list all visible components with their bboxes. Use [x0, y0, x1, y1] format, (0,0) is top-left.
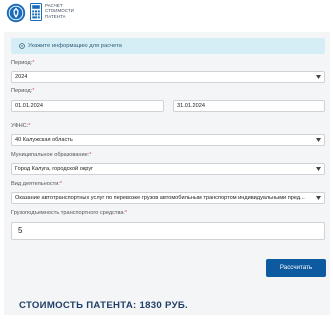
required-mark: *	[125, 210, 128, 216]
chevron-down-icon	[316, 75, 321, 79]
patent-calculator-logo-icon	[30, 3, 42, 21]
ufns-label: УФНС:*	[11, 123, 30, 129]
date-to-input[interactable]: 31.01.2024	[173, 100, 325, 112]
activity-label-text: Вид деятельности:	[11, 181, 60, 187]
required-mark: *	[28, 123, 31, 129]
municipality-label: Муниципальное образование:*	[11, 152, 91, 158]
capacity-label-text: Грузоподъемность транспортного средства:	[11, 210, 126, 216]
required-mark: *	[32, 88, 35, 94]
patent-cost-result: СТОИМОСТЬ ПАТЕНТА: 1830 РУБ.	[19, 300, 189, 311]
app-logo-line: ПАТЕНТА	[45, 13, 66, 19]
fns-logo-icon	[6, 3, 26, 23]
period-year-value: 2024	[15, 74, 28, 80]
dates-label: Период:*	[11, 88, 34, 94]
ufns-value: 40 Калужская область	[15, 137, 73, 143]
activity-label: Вид деятельности:*	[11, 181, 62, 187]
header: РАСЧЕТ СТОИМОСТИ ПАТЕНТА	[0, 0, 333, 28]
app-logo-text: РАСЧЕТ СТОИМОСТИ ПАТЕНТА	[45, 3, 85, 19]
municipality-value: Город Калуга, городской округ	[15, 166, 94, 172]
capacity-label: Грузоподъемность транспортного средства:…	[11, 210, 127, 216]
municipality-select[interactable]: Город Калуга, городской округ	[11, 163, 325, 175]
required-mark: *	[32, 60, 35, 66]
activity-select[interactable]: Оказание автотранспортных услуг по перев…	[11, 192, 325, 204]
required-mark: *	[89, 152, 92, 158]
period-label: Период:*	[11, 60, 34, 66]
period-year-select[interactable]: 2024	[11, 71, 325, 83]
dates-label-text: Период:	[11, 88, 33, 94]
ufns-label-text: УФНС:	[11, 123, 29, 129]
capacity-input[interactable]: 5	[11, 222, 325, 240]
location-pin-icon	[19, 43, 25, 49]
required-mark: *	[59, 181, 63, 187]
calculate-button[interactable]: Рассчитать	[266, 259, 326, 277]
municipality-label-text: Муниципальное образование:	[11, 152, 90, 158]
chevron-down-icon	[316, 138, 321, 142]
ufns-select[interactable]: 40 Калужская область	[11, 134, 325, 146]
info-message-text: Укажите информацию для расчета	[28, 43, 122, 49]
date-from-input[interactable]: 01.01.2024	[11, 100, 164, 112]
period-label-text: Период:	[11, 60, 33, 66]
chevron-down-icon	[316, 196, 321, 200]
info-message: Укажите информацию для расчета	[11, 38, 325, 54]
activity-value: Оказание автотранспортных услуг по перев…	[15, 195, 305, 201]
chevron-down-icon	[316, 167, 321, 171]
